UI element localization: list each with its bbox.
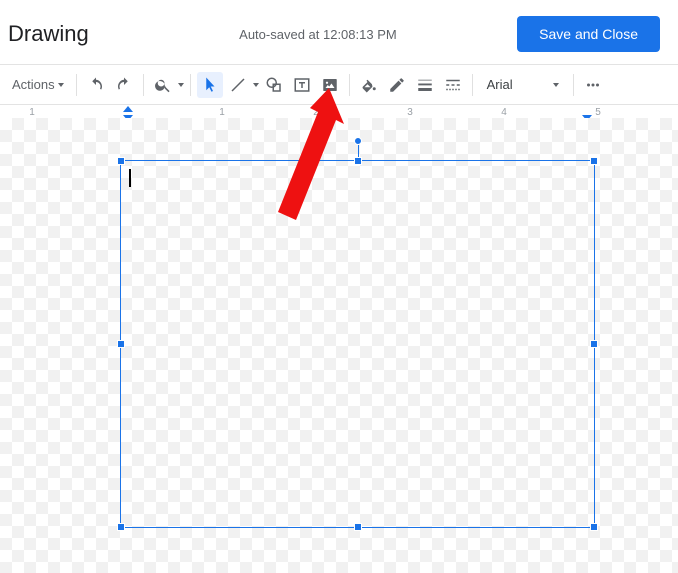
border-weight-icon <box>416 76 434 94</box>
caret-down-icon <box>253 83 259 87</box>
image-tool-button[interactable] <box>317 72 343 98</box>
toolbar-separator <box>143 74 144 96</box>
rotate-connector <box>358 145 359 157</box>
toolbar-separator <box>472 74 473 96</box>
more-options-button[interactable] <box>580 72 606 98</box>
ruler-number: 2 <box>313 107 319 118</box>
select-tool-button[interactable] <box>197 72 223 98</box>
undo-button[interactable] <box>83 72 109 98</box>
rotate-handle[interactable] <box>354 137 362 145</box>
font-picker-label: Arial <box>487 77 513 92</box>
textbox-tool-button[interactable] <box>289 72 315 98</box>
ruler-number: 3 <box>407 107 413 118</box>
ruler-number: 1 <box>219 107 225 118</box>
border-dash-icon <box>444 76 462 94</box>
resize-handle-n[interactable] <box>354 157 362 165</box>
resize-handle-w[interactable] <box>117 340 125 348</box>
resize-handle-sw[interactable] <box>117 523 125 531</box>
caret-down-icon <box>58 83 64 87</box>
dialog-header: Drawing Auto-saved at 12:08:13 PM Save a… <box>0 0 678 65</box>
shape-tool-button[interactable] <box>261 72 287 98</box>
toolbar-separator <box>76 74 77 96</box>
line-icon <box>229 76 247 94</box>
font-picker-button[interactable]: Arial <box>479 72 567 98</box>
autosave-status: Auto-saved at 12:08:13 PM <box>119 27 517 42</box>
resize-handle-se[interactable] <box>590 523 598 531</box>
toolbar-separator <box>190 74 191 96</box>
more-horizontal-icon <box>584 76 602 94</box>
border-weight-button[interactable] <box>412 72 438 98</box>
border-color-button[interactable] <box>384 72 410 98</box>
zoom-button[interactable] <box>150 72 176 98</box>
undo-icon <box>87 76 105 94</box>
redo-icon <box>115 76 133 94</box>
border-dash-button[interactable] <box>440 72 466 98</box>
resize-handle-nw[interactable] <box>117 157 125 165</box>
zoom-icon <box>154 76 172 94</box>
line-tool-button[interactable] <box>225 72 251 98</box>
actions-menu-button[interactable]: Actions <box>6 72 70 98</box>
pencil-icon <box>388 76 406 94</box>
fill-bucket-icon <box>360 76 378 94</box>
zoom-level-dropdown[interactable] <box>178 83 184 87</box>
image-icon <box>321 76 339 94</box>
resize-handle-s[interactable] <box>354 523 362 531</box>
resize-handle-ne[interactable] <box>590 157 598 165</box>
redo-button[interactable] <box>111 72 137 98</box>
save-and-close-button[interactable]: Save and Close <box>517 16 660 52</box>
shape-icon <box>265 76 283 94</box>
resize-handle-e[interactable] <box>590 340 598 348</box>
ruler-number: 4 <box>501 107 507 118</box>
cursor-icon <box>201 76 219 94</box>
caret-down-icon <box>178 83 184 87</box>
ruler-number: 5 <box>595 107 601 118</box>
textbox-icon <box>293 76 311 94</box>
toolbar-separator <box>349 74 350 96</box>
text-cursor <box>129 169 131 187</box>
toolbar: Actions Arial <box>0 65 678 105</box>
caret-down-icon <box>553 83 559 87</box>
selected-textbox[interactable] <box>120 160 595 528</box>
line-tool-dropdown[interactable] <box>253 83 259 87</box>
drawing-canvas[interactable] <box>0 118 678 573</box>
toolbar-separator <box>573 74 574 96</box>
dialog-title: Drawing <box>8 21 89 47</box>
fill-color-button[interactable] <box>356 72 382 98</box>
actions-menu-label: Actions <box>12 77 55 92</box>
ruler-number: 1 <box>29 107 35 118</box>
